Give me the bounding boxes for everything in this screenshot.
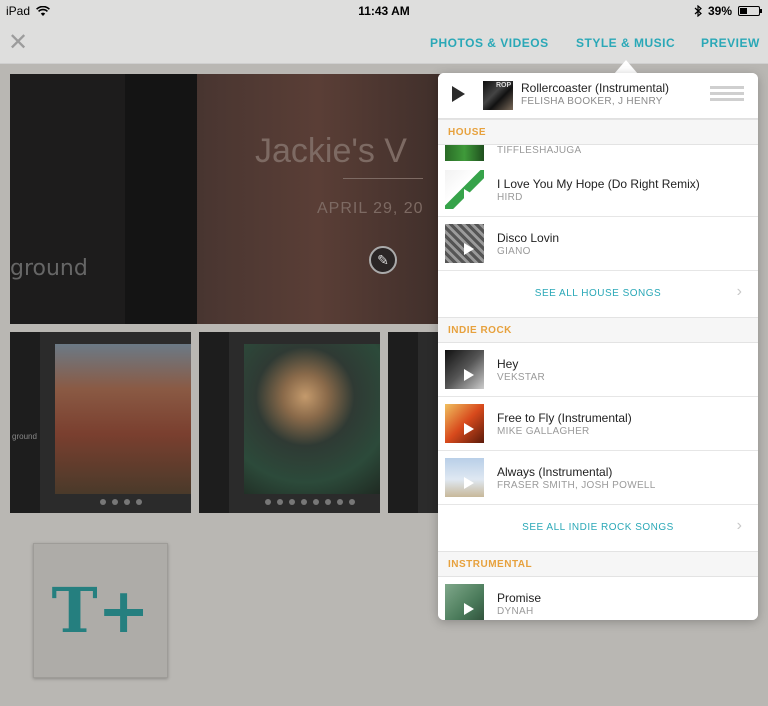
see-all-label: SEE ALL INDIE ROCK SONGS [522, 522, 674, 533]
drag-handle-icon[interactable] [710, 86, 744, 104]
hero-divider [343, 178, 423, 179]
song-artist: HIRD [497, 192, 523, 203]
battery-icon [738, 6, 762, 16]
nav-bar: ✕ PHOTOS & VIDEOS STYLE & MUSIC PREVIEW [0, 22, 768, 64]
add-text-button[interactable]: T+ [33, 543, 168, 678]
song-row[interactable]: I Love You My Hope (Do Right Remix) HIRD [438, 163, 758, 217]
section-header-indie-rock: INDIE ROCK [438, 317, 758, 343]
song-title: Always (Instrumental) [497, 465, 613, 479]
song-row[interactable]: Free to Fly (Instrumental) MIKE GALLAGHE… [438, 397, 758, 451]
song-cover [445, 350, 484, 389]
hero-dark-panel [125, 74, 197, 324]
song-title: Disco Lovin [497, 231, 560, 245]
play-icon[interactable] [452, 86, 465, 102]
now-playing-artist: FELISHA BOOKER, J HENRY [521, 96, 663, 107]
thumbnail-dots [60, 499, 181, 507]
song-artist: MIKE GALLAGHER [497, 426, 590, 437]
popover-arrow [614, 60, 638, 74]
song-cover [445, 404, 484, 443]
section-header-label: INSTRUMENTAL [448, 559, 533, 570]
chevron-right-icon: › [736, 283, 742, 300]
music-popover: ROP Rollercoaster (Instrumental) FELISHA… [438, 73, 758, 620]
see-all-indie-rock-button[interactable]: SEE ALL INDIE ROCK SONGS › [438, 505, 758, 552]
song-artist: VEKSTAR [497, 372, 546, 383]
artwork-text: ROP [496, 82, 512, 89]
hero-partial-text: ground [10, 256, 88, 281]
style-thumbnail-3[interactable] [388, 332, 438, 513]
song-artist: GIANO [497, 246, 531, 257]
battery-percent: 39% [707, 4, 732, 18]
chevron-right-icon: › [736, 517, 742, 534]
hero-title: Jackie's V [255, 132, 407, 170]
section-header-instrumental: INSTRUMENTAL [438, 551, 758, 577]
song-cover [445, 145, 484, 161]
thumbnail-image-canyon [55, 344, 191, 494]
bluetooth-icon [694, 5, 702, 17]
song-row[interactable]: Promise DYNAH [438, 577, 758, 620]
play-icon[interactable] [464, 369, 474, 381]
tab-photos-videos[interactable]: PHOTOS & VIDEOS [430, 36, 549, 50]
thumbnail-partial-text: ground [12, 432, 37, 441]
thumbnail-dots [249, 499, 370, 507]
song-artist: TIFFLESHAJUGA [497, 145, 582, 156]
song-row[interactable]: Disco Lovin GIANO [438, 217, 758, 271]
now-playing-title: Rollercoaster (Instrumental) [521, 81, 670, 95]
now-playing-artwork: ROP [483, 81, 513, 110]
song-row[interactable]: Always (Instrumental) FRASER SMITH, JOSH… [438, 451, 758, 505]
song-row[interactable]: Hey VEKSTAR [438, 343, 758, 397]
see-all-house-button[interactable]: SEE ALL HOUSE SONGS › [438, 271, 758, 318]
style-thumbnail-2[interactable] [199, 332, 380, 513]
play-icon[interactable] [464, 603, 474, 615]
status-right: 39% [694, 4, 762, 18]
edit-pencil-icon[interactable]: ✎ [369, 246, 397, 274]
now-playing-bar: ROP Rollercoaster (Instrumental) FELISHA… [438, 73, 758, 119]
close-icon[interactable]: ✕ [8, 28, 28, 57]
video-title-card[interactable]: ground Jackie's V APRIL 29, 20 ✎ [10, 74, 450, 324]
battery-fill [740, 8, 747, 14]
play-icon[interactable] [464, 189, 474, 201]
play-icon[interactable] [464, 423, 474, 435]
thumbnail-sidebar [388, 332, 418, 513]
thumbnail-sidebar [199, 332, 229, 513]
hero-left-panel [10, 74, 125, 324]
style-thumbnail-1[interactable]: ground [10, 332, 191, 513]
play-icon[interactable] [464, 243, 474, 255]
status-time: 11:43 AM [358, 4, 410, 18]
song-title: Free to Fly (Instrumental) [497, 411, 632, 425]
status-bar: iPad 11:43 AM 39% [0, 0, 768, 22]
song-cover [445, 224, 484, 263]
section-header-label: HOUSE [448, 127, 487, 138]
tab-style-music[interactable]: STYLE & MUSIC [576, 36, 675, 50]
text-plus-icon: T+ [51, 574, 150, 647]
thumbnail-sidebar [10, 332, 40, 513]
section-header-house: HOUSE [438, 119, 758, 145]
thumbnail-image-dog [244, 344, 380, 494]
song-artist: FRASER SMITH, JOSH POWELL [497, 480, 656, 491]
tab-preview[interactable]: PREVIEW [701, 36, 760, 50]
song-cover [445, 584, 484, 620]
song-title: I Love You My Hope (Do Right Remix) [497, 177, 700, 191]
song-cover [445, 458, 484, 497]
hero-date: APRIL 29, 20 [317, 200, 424, 217]
play-icon[interactable] [464, 477, 474, 489]
song-title: Promise [497, 591, 542, 605]
section-header-label: INDIE ROCK [448, 325, 512, 336]
song-title: Hey [497, 357, 519, 371]
song-artist: DYNAH [497, 606, 534, 617]
song-cover [445, 170, 484, 209]
see-all-label: SEE ALL HOUSE SONGS [534, 288, 662, 299]
